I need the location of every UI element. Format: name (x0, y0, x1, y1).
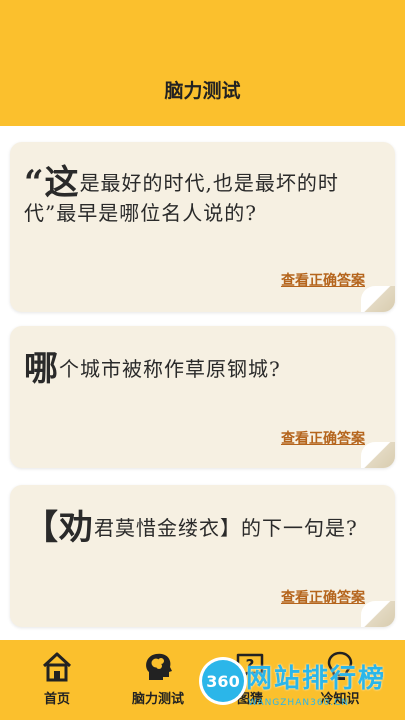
view-answer-link[interactable]: 查看正确答案 (281, 428, 365, 448)
site-watermark: 360 网站排行榜 WANGZHAN360.CN (202, 656, 405, 720)
watermark-text: 网站排行榜 (246, 664, 387, 694)
view-answer-link[interactable]: 查看正确答案 (281, 587, 365, 607)
page-fold (361, 442, 395, 468)
question-rest: 个城市被称作草原钢城? (59, 357, 281, 381)
question-card-3[interactable]: 【劝君莫惜金缕衣】的下一句是? 查看正确答案 (10, 485, 395, 627)
question-lead: “这 (24, 163, 80, 203)
app-header: 脑力测试 (0, 0, 405, 126)
view-answer-link[interactable]: 查看正确答案 (281, 270, 365, 290)
tab-label: 首页 (43, 692, 70, 707)
tab-label: 脑力测试 (131, 692, 184, 707)
question-lead: 【劝 (24, 508, 94, 548)
question-text: 哪个城市被称作草原钢城? (24, 352, 379, 386)
tab-home[interactable]: 首页 (17, 650, 97, 716)
brain-head-icon (146, 653, 172, 680)
page-fold (361, 286, 395, 312)
page-fold (361, 601, 395, 627)
question-card-1[interactable]: “这是最好的时代,也是最坏的时代”最早是哪位名人说的? 查看正确答案 (10, 142, 395, 312)
question-card-2[interactable]: 哪个城市被称作草原钢城? 查看正确答案 (10, 326, 395, 468)
watermark-url: WANGZHAN360.CN (248, 698, 350, 708)
tab-brain-test[interactable]: 脑力测试 (118, 650, 198, 716)
question-rest: 君莫惜金缕衣】的下一句是? (94, 516, 358, 540)
question-text: 【劝君莫惜金缕衣】的下一句是? (24, 511, 379, 545)
question-lead: 哪 (24, 349, 59, 389)
watermark-badge: 360 (202, 660, 244, 702)
home-icon (42, 652, 72, 682)
page-title: 脑力测试 (164, 80, 241, 102)
question-text: “这是最好的时代,也是最坏的时代”最早是哪位名人说的? (24, 166, 379, 228)
